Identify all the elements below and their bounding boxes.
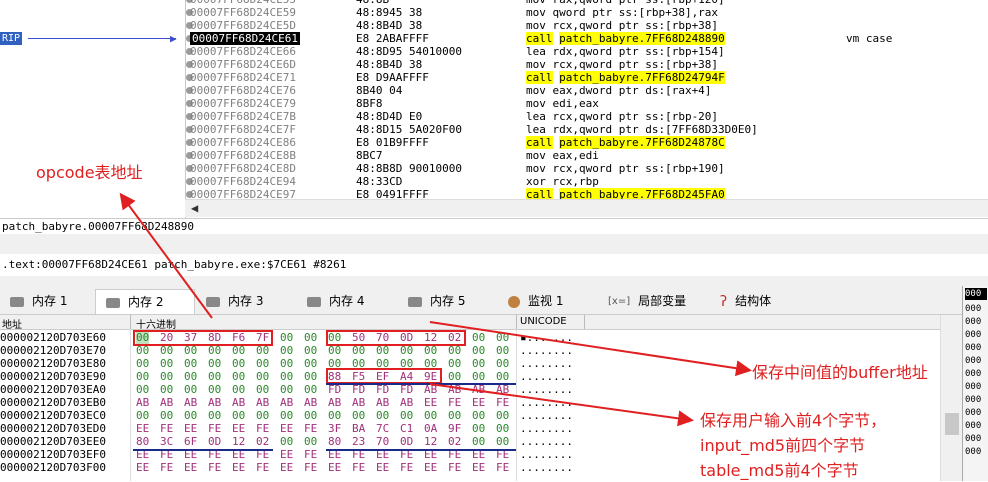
arrow-opcode — [119, 192, 213, 319]
annotation-input-1: 保存用户输入前4个字节， — [700, 411, 887, 430]
annotation-input-2: input_md5前四个字节 — [700, 436, 866, 455]
annotation-input-3: table_md5前4个字节 — [700, 461, 859, 480]
annotation-buffer: 保存中间值的buffer地址 — [752, 363, 928, 382]
arrow-input — [429, 383, 694, 427]
annotation-arrows — [119, 192, 752, 427]
annotation-opcode: opcode表地址 — [36, 163, 143, 182]
arrow-buffer — [429, 321, 752, 377]
